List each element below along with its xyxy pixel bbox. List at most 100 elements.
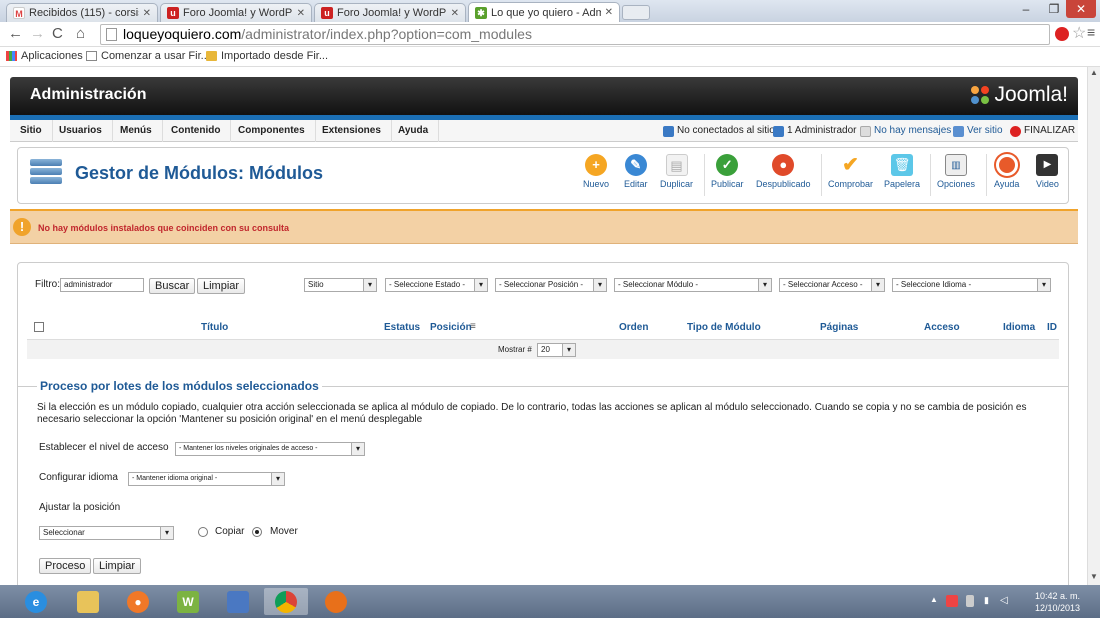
taskbar-word[interactable]: W [166, 588, 210, 615]
sort-icon: ≡ [470, 321, 476, 332]
new-button[interactable]: + Nuevo [583, 154, 609, 189]
copy-label: Copiar [215, 526, 245, 537]
filter-search-input[interactable]: administrador [60, 278, 144, 292]
edit-button[interactable]: ✎ Editar [624, 154, 648, 189]
url-host: loqueyoquiero.com [123, 26, 242, 42]
browser-tab-admin[interactable]: ✱ Lo que yo quiero - Admin ✕ [468, 2, 620, 22]
select-all-checkbox[interactable] [34, 322, 44, 332]
trash-button[interactable]: 🗑 Papelera [884, 154, 920, 189]
batch-clear-button[interactable]: Limpiar [93, 558, 142, 574]
close-icon[interactable]: ✕ [297, 8, 305, 19]
scroll-down-icon[interactable]: ▼ [1090, 572, 1098, 581]
module-select[interactable]: - Seleccionar Módulo - ▾ [614, 278, 772, 292]
column-access[interactable]: Acceso [924, 322, 960, 333]
menu-menus[interactable]: Menús [110, 120, 163, 142]
menu-usuarios[interactable]: Usuarios [49, 120, 113, 142]
vertical-scrollbar[interactable]: ▲ ▼ [1087, 67, 1100, 585]
select-value: - Mantener idioma original - [132, 475, 218, 482]
close-icon[interactable]: ✕ [605, 7, 613, 18]
forward-icon[interactable]: → [30, 26, 45, 42]
button-label: Comprobar [828, 179, 874, 189]
video-button[interactable]: ▶ Video [1036, 154, 1059, 189]
help-button[interactable]: Ayuda [994, 154, 1019, 189]
reload-icon[interactable]: C [52, 26, 63, 42]
limit-select[interactable]: 20 ▾ [537, 343, 576, 357]
publish-button[interactable]: ✓ Publicar [711, 154, 744, 189]
taskbar-ie[interactable]: e [14, 588, 58, 615]
close-window-button[interactable]: ✕ [1066, 0, 1096, 18]
bookmark-star-icon[interactable]: ☆ [1072, 23, 1086, 43]
position-select[interactable]: - Seleccionar Posición - ▾ [495, 278, 607, 292]
tray-arrow-icon[interactable]: ▲ [930, 595, 942, 607]
move-radio[interactable] [252, 527, 262, 537]
clock[interactable]: 10:42 a. m. 12/10/2013 [1035, 590, 1080, 614]
close-icon[interactable]: ✕ [451, 8, 459, 19]
column-title[interactable]: Título [201, 322, 228, 333]
menu-ayuda[interactable]: Ayuda [388, 120, 440, 142]
status-text: Ver sitio [967, 125, 1003, 136]
close-icon[interactable]: ✕ [143, 8, 151, 19]
menu-extensiones[interactable]: Extensiones [312, 120, 392, 142]
language-select[interactable]: - Seleccione Idioma - ▾ [892, 278, 1051, 292]
browser-tab-gmail[interactable]: M Recibidos (115) - corsiscc ✕ [6, 3, 158, 22]
taskbar-firefox[interactable] [314, 588, 358, 615]
extension-icon[interactable] [1055, 27, 1069, 41]
status-text: 1 Administrador [787, 125, 857, 136]
browser-tab-foro-1[interactable]: u Foro Joomla! y WordPress ✕ [160, 3, 312, 22]
menu-icon[interactable]: ≡ [1087, 24, 1095, 40]
signal-icon[interactable]: ▮ [984, 595, 996, 607]
new-tab-button[interactable] [622, 5, 650, 20]
taskbar-computer[interactable] [216, 588, 260, 615]
maximize-button[interactable]: ❐ [1040, 0, 1068, 18]
folder-icon [206, 51, 217, 61]
foro-icon: u [167, 7, 179, 19]
volume-icon[interactable]: ◁ [1000, 595, 1012, 607]
home-icon[interactable]: ⌂ [76, 26, 85, 42]
taskbar-explorer[interactable] [66, 588, 110, 615]
batch-access-select[interactable]: - Mantener los niveles originales de acc… [175, 442, 365, 456]
browser-tab-foro-2[interactable]: u Foro Joomla! y WordPress ✕ [314, 3, 466, 22]
column-order[interactable]: Orden [619, 322, 648, 333]
clear-filter-button[interactable]: Limpiar [197, 278, 246, 294]
plus-icon: + [585, 154, 607, 176]
unpublish-button[interactable]: ● Despublicado [756, 154, 811, 189]
filter-label: Filtro: [35, 279, 60, 290]
taskbar-app-orange[interactable]: ● [116, 588, 160, 615]
column-position[interactable]: Posición [430, 322, 472, 333]
batch-language-select[interactable]: - Mantener idioma original - ▾ [128, 472, 285, 486]
copy-radio[interactable] [198, 527, 208, 537]
tray-app-icon[interactable] [946, 595, 958, 607]
address-bar[interactable]: loqueyoquiero.com/administrator/index.ph… [100, 24, 1050, 45]
minimize-button[interactable]: – [1012, 0, 1040, 18]
search-button[interactable]: Buscar [149, 278, 196, 294]
scroll-up-icon[interactable]: ▲ [1090, 68, 1098, 77]
bookmark-1[interactable]: Comenzar a usar Fir... [86, 50, 210, 62]
duplicate-button[interactable]: ▤ Duplicar [660, 154, 693, 189]
process-button[interactable]: Proceso [39, 558, 92, 574]
column-status[interactable]: Estatus [384, 322, 420, 333]
options-button[interactable]: ▥ Opciones [937, 154, 975, 189]
column-language[interactable]: Idioma [1003, 322, 1035, 333]
view-site-link[interactable]: Ver sitio [953, 120, 1003, 142]
menu-componentes[interactable]: Componentes [228, 120, 316, 142]
back-icon[interactable]: ← [8, 26, 23, 42]
menu-contenido[interactable]: Contenido [161, 120, 232, 142]
battery-icon[interactable] [966, 595, 974, 607]
column-id[interactable]: ID [1047, 322, 1057, 333]
batch-position-select[interactable]: Seleccionar ▾ [39, 526, 174, 540]
status-messages[interactable]: No hay mensajes [860, 120, 951, 142]
taskbar-chrome[interactable] [264, 588, 308, 615]
client-select[interactable]: Sitio ▾ [304, 278, 377, 292]
menu-sitio[interactable]: Sitio [10, 120, 53, 142]
button-label: Publicar [711, 179, 744, 189]
column-pages[interactable]: Páginas [820, 322, 858, 333]
access-select[interactable]: - Seleccionar Acceso - ▾ [779, 278, 885, 292]
bookmark-apps[interactable]: Aplicaciones [6, 50, 83, 62]
logout-link[interactable]: FINALIZAR [1010, 120, 1075, 142]
bookmark-2[interactable]: Importado desde Fir... [206, 50, 328, 62]
state-select[interactable]: - Seleccione Estado - ▾ [385, 278, 488, 292]
checkin-button[interactable]: ✔ Comprobar [828, 154, 873, 189]
column-type[interactable]: Tipo de Módulo [687, 322, 761, 333]
monitor-icon [953, 125, 964, 137]
chrome-icon [275, 590, 297, 613]
